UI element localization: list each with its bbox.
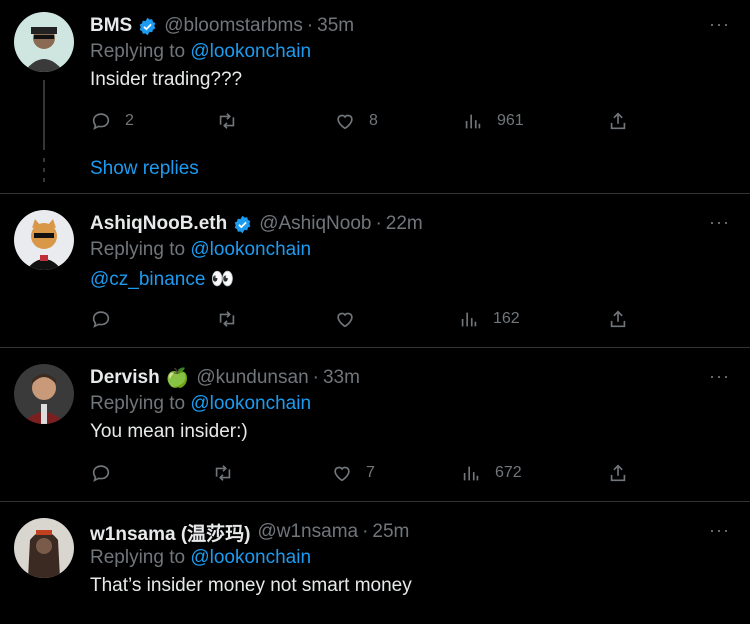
replying-label: Replying to (90, 393, 191, 414)
avatar[interactable] (14, 12, 74, 72)
views-button[interactable]: 162 (458, 308, 520, 330)
view-count: 162 (493, 310, 520, 327)
verified-badge-icon (139, 17, 156, 35)
retweet-button[interactable] (216, 308, 251, 330)
reply-button[interactable] (90, 462, 125, 484)
display-name[interactable]: Dervish (90, 367, 160, 389)
more-icon[interactable]: ··· (709, 14, 730, 35)
tweet-ashiq[interactable]: AshiqNooB.eth @AshiqNoob · 22m ··· Reply… (0, 210, 750, 345)
display-name[interactable]: w1nsama (温莎玛) (90, 519, 250, 546)
eyes-emoji: 👀 (210, 269, 235, 290)
separator: · (306, 15, 314, 36)
timestamp[interactable]: 33m (323, 367, 360, 389)
show-replies-link[interactable]: Show replies (90, 158, 199, 180)
share-button[interactable] (607, 110, 642, 132)
reply-icon (92, 465, 110, 482)
thread-line (43, 80, 45, 150)
replying-label: Replying to (90, 547, 191, 568)
like-button[interactable]: 8 (334, 110, 378, 132)
handle[interactable]: @kundunsan (196, 367, 308, 389)
share-button[interactable] (607, 308, 642, 330)
thread-dots (43, 158, 45, 184)
separator: · (375, 213, 382, 234)
mention-link[interactable]: @lookonchain (190, 41, 311, 62)
separator: · (362, 521, 369, 542)
reply-button[interactable]: 2 (90, 110, 134, 132)
divider (0, 501, 750, 502)
like-count: 7 (366, 464, 375, 481)
tweet-dervish[interactable]: Dervish 🍏 @kundunsan · 33m ··· Replying … (0, 364, 750, 499)
divider (0, 193, 750, 194)
like-button[interactable]: 7 (331, 462, 375, 484)
verified-badge-icon (234, 215, 251, 233)
tweet-w1nsama[interactable]: w1nsama (温莎玛) @w1nsama · 25m ··· Replyin… (0, 518, 750, 624)
mention-link[interactable]: @cz_binance (90, 269, 205, 290)
views-button[interactable]: 672 (460, 462, 522, 484)
reply-count: 2 (125, 112, 134, 129)
views-button[interactable]: 961 (462, 110, 524, 132)
like-button[interactable] (334, 308, 369, 330)
reply-icon (92, 113, 110, 130)
heart-icon (334, 466, 350, 482)
views-icon (463, 466, 479, 481)
retweet-icon (215, 465, 231, 481)
action-bar: 162 (90, 308, 630, 332)
replying-label: Replying to (90, 41, 191, 62)
avatar[interactable] (14, 210, 74, 270)
tweet-text: Insider trading??? (90, 69, 243, 90)
retweet-button[interactable] (216, 110, 251, 132)
retweet-icon (219, 113, 235, 129)
reply-icon (92, 311, 110, 328)
timestamp[interactable]: 22m (386, 213, 423, 235)
share-icon (610, 464, 626, 482)
timestamp[interactable]: 25m (372, 521, 409, 543)
mention-link[interactable]: @lookonchain (190, 239, 311, 260)
tweet-text: @cz_binance 👀 (90, 267, 234, 291)
separator: · (312, 367, 319, 388)
heart-icon (337, 114, 353, 130)
views-icon (461, 312, 477, 327)
view-count: 961 (497, 112, 524, 129)
handle[interactable]: @w1nsama (257, 521, 358, 543)
timestamp[interactable]: 35m (317, 15, 354, 37)
like-count: 8 (369, 112, 378, 129)
reply-button[interactable] (90, 308, 125, 330)
view-count: 672 (495, 464, 522, 481)
share-button[interactable] (607, 462, 642, 484)
avatar[interactable] (14, 518, 74, 578)
share-icon (610, 112, 626, 130)
more-icon[interactable]: ··· (709, 520, 730, 541)
heart-icon (337, 312, 353, 328)
tweet-text: You mean insider:) (90, 421, 248, 442)
retweet-button[interactable] (212, 462, 247, 484)
action-bar: 2 8 961 (90, 110, 630, 134)
handle[interactable]: @AshiqNoob (259, 213, 371, 235)
replying-to: Replying to @lookonchain (90, 393, 311, 415)
retweet-icon (219, 311, 235, 327)
action-bar: 7 672 (90, 462, 630, 486)
replying-to: Replying to @lookonchain (90, 41, 311, 63)
avatar[interactable] (14, 364, 74, 424)
views-icon (465, 114, 481, 129)
tweet-text: That’s insider money not smart money (90, 575, 412, 596)
share-icon (610, 310, 626, 328)
green-apple-emoji: 🍏 (165, 368, 190, 389)
more-icon[interactable]: ··· (709, 366, 730, 387)
replying-label: Replying to (90, 239, 191, 260)
handle[interactable]: @bloomstarbms (164, 15, 303, 37)
display-name[interactable]: BMS (90, 15, 132, 37)
replying-to: Replying to @lookonchain (90, 547, 311, 569)
more-icon[interactable]: ··· (709, 212, 730, 233)
mention-link[interactable]: @lookonchain (190, 393, 311, 414)
replying-to: Replying to @lookonchain (90, 239, 311, 261)
mention-link[interactable]: @lookonchain (190, 547, 311, 568)
divider (0, 347, 750, 348)
display-name[interactable]: AshiqNooB.eth (90, 213, 227, 235)
